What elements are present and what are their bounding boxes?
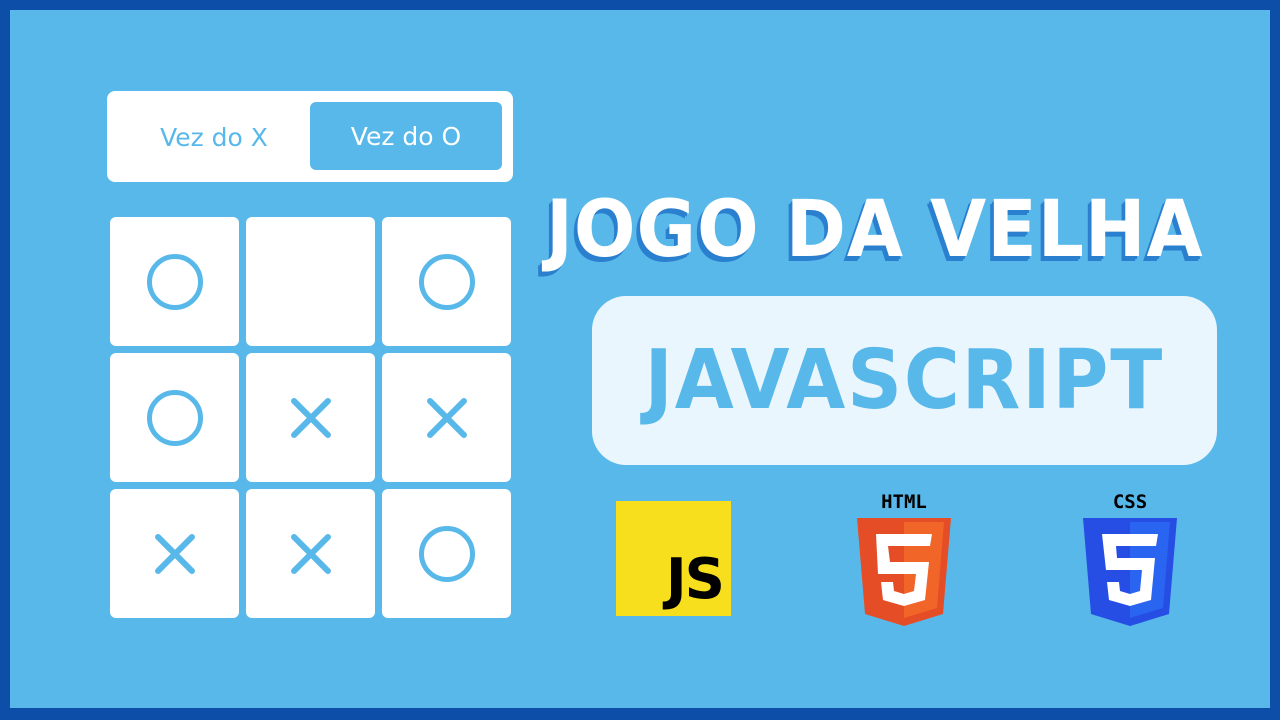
o-mark-icon xyxy=(418,525,475,582)
board-cell[interactable] xyxy=(246,353,375,482)
turn-o-button[interactable]: Vez do O xyxy=(310,102,502,170)
board-cell[interactable] xyxy=(110,353,239,482)
board-cell[interactable] xyxy=(110,217,239,346)
board-cell[interactable] xyxy=(382,489,511,618)
o-mark-icon xyxy=(146,253,203,310)
board-cell[interactable] xyxy=(246,489,375,618)
page-title: JOGO DA VELHA xyxy=(546,185,1204,275)
subtitle-badge: JAVASCRIPT xyxy=(592,296,1217,465)
css3-logo-label: CSS xyxy=(1113,491,1147,513)
x-mark-icon xyxy=(289,396,333,440)
css3-logo-icon: CSS xyxy=(1083,491,1177,626)
x-mark-icon xyxy=(289,532,333,576)
subtitle-text: JAVASCRIPT xyxy=(644,333,1165,428)
x-mark-icon xyxy=(153,532,197,576)
board-cell[interactable] xyxy=(246,217,375,346)
board-cell[interactable] xyxy=(110,489,239,618)
thumbnail-frame: Vez do X Vez do O JOGO DA VELHA JAVASCRI… xyxy=(10,10,1270,708)
o-mark-icon xyxy=(146,389,203,446)
html5-logo-label: HTML xyxy=(881,491,927,513)
html5-logo-icon: HTML xyxy=(857,491,951,626)
turn-x-button[interactable]: Vez do X xyxy=(128,103,300,171)
javascript-logo-icon: JS xyxy=(616,501,731,616)
turn-indicator: Vez do X Vez do O xyxy=(107,91,513,182)
javascript-logo-label: JS xyxy=(665,547,725,612)
o-mark-icon xyxy=(418,253,475,310)
x-mark-icon xyxy=(425,396,469,440)
board-cell[interactable] xyxy=(382,353,511,482)
game-board xyxy=(110,217,511,618)
board-cell[interactable] xyxy=(382,217,511,346)
